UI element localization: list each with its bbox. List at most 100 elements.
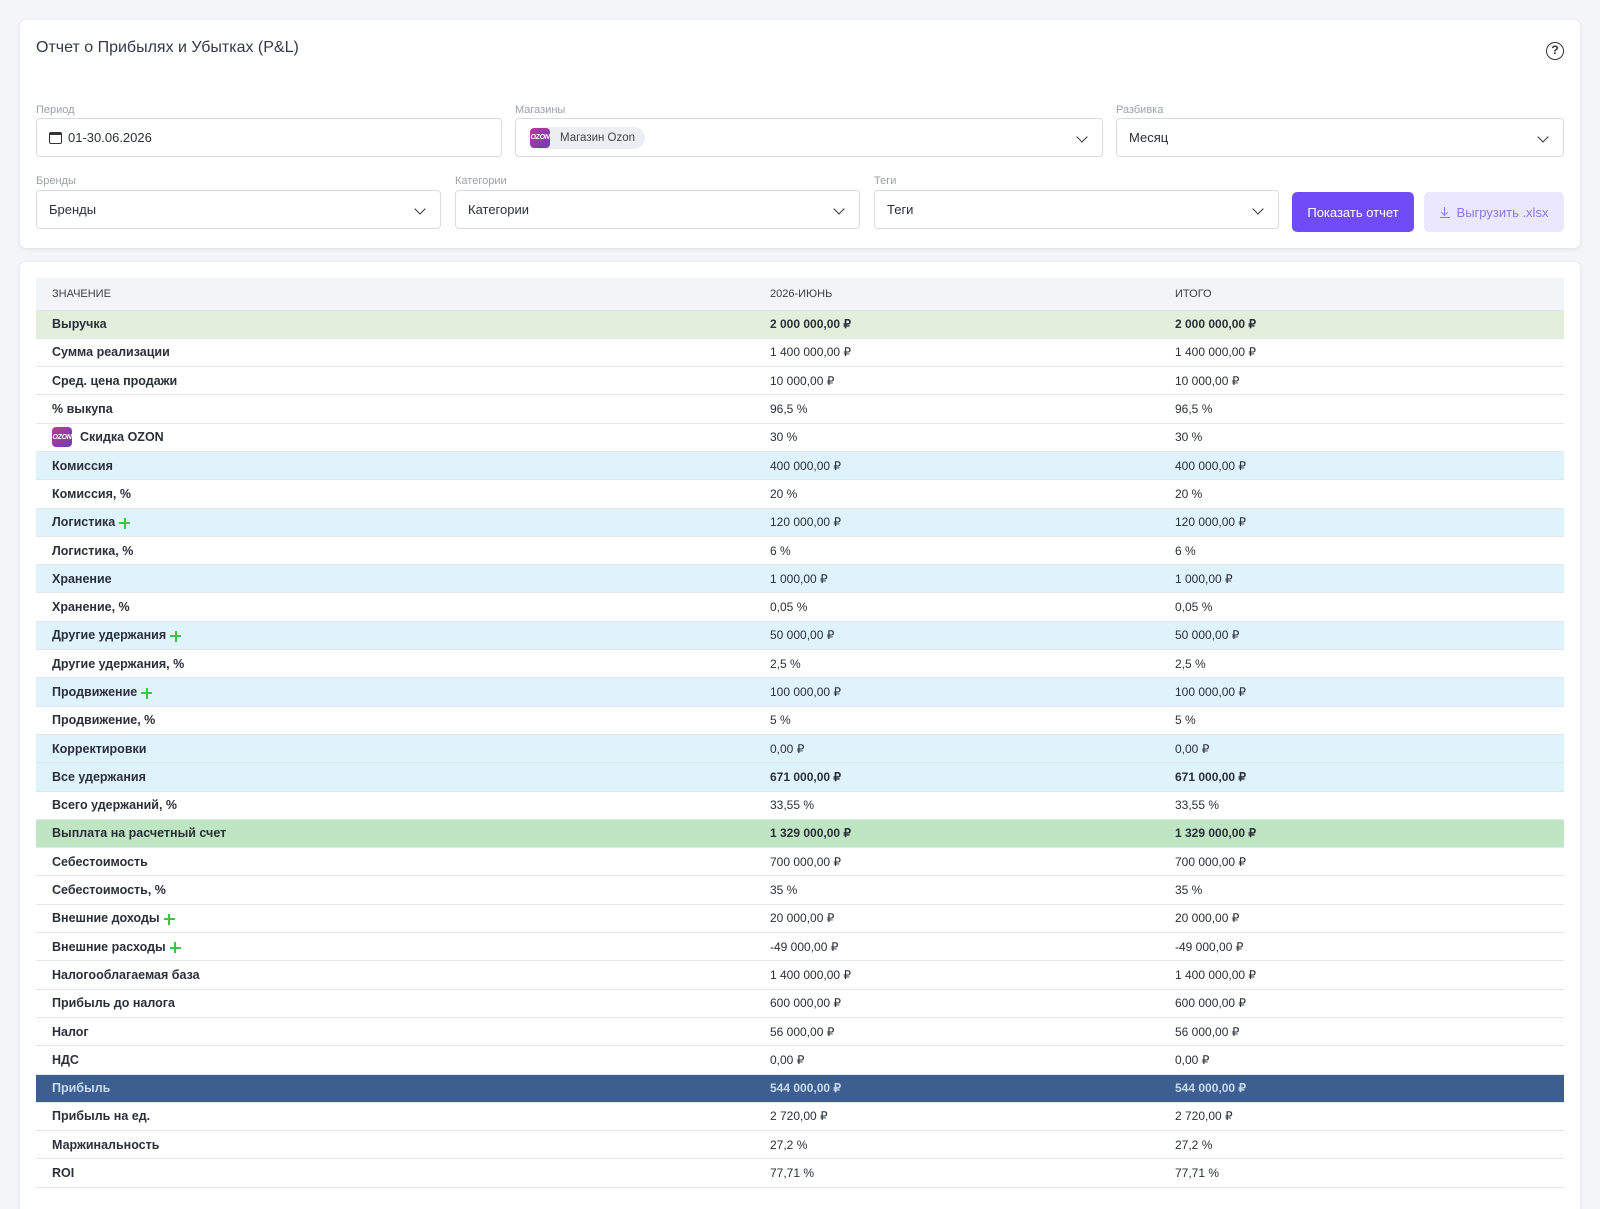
chevron-down-icon (1252, 203, 1264, 215)
row-label-cell: Внешние доходы (36, 904, 754, 934)
row-label-cell: Внешние расходы (36, 932, 754, 962)
row-label-wrap: Другие удержания, % (52, 657, 184, 671)
categories-value: Категории (468, 202, 529, 217)
table-header: ЗНАЧЕНИЕ 2026-ИЮНЬ ИТОГО (36, 278, 1564, 311)
table-row: Прибыль 544 000,00 ₽544 000,00 ₽ (36, 1074, 1564, 1103)
row-period-value: 1 400 000,00 ₽ (754, 338, 1159, 368)
row-label: Себестоимость (52, 854, 148, 869)
plus-icon[interactable] (170, 630, 182, 642)
row-total-value: 10 000,00 ₽ (1159, 366, 1564, 396)
row-label-wrap: Прибыль (52, 1081, 110, 1095)
stores-select[interactable]: OZON Магазин Ozon (515, 118, 1103, 157)
table-row: Хранение 1 000,00 ₽1 000,00 ₽ (36, 564, 1564, 594)
store-chip[interactable]: OZON Магазин Ozon (530, 126, 646, 149)
row-label-cell: Выплата на расчетный счет (36, 819, 754, 849)
row-total-value: 544 000,00 ₽ (1159, 1074, 1564, 1103)
table-row: Налогооблагаемая база 1 400 000,00 ₽1 400… (36, 960, 1564, 990)
row-label-wrap: Другие удержания (52, 628, 182, 642)
row-period-value: 5 % (754, 706, 1159, 735)
table-row: Другие удержания 50 000,00 ₽50 000,00 ₽ (36, 621, 1564, 651)
row-period-value: 700 000,00 ₽ (754, 847, 1159, 877)
row-label-cell: ROI (36, 1158, 754, 1188)
row-period-value: 56 000,00 ₽ (754, 1017, 1159, 1047)
row-total-value: -49 000,00 ₽ (1159, 932, 1564, 962)
row-label: Другие удержания, % (52, 656, 185, 671)
chevron-down-icon (414, 203, 426, 215)
download-icon (1439, 206, 1450, 218)
row-label-cell: Другие удержания, % (36, 649, 754, 679)
row-label: Налогооблагаемая база (52, 967, 200, 982)
row-label: Логистика (52, 515, 116, 530)
row-total-value: 1 400 000,00 ₽ (1159, 960, 1564, 990)
show-report-button[interactable]: Показать отчет (1292, 192, 1414, 232)
table-row: Продвижение 100 000,00 ₽100 000,00 ₽ (36, 677, 1564, 707)
row-label-cell: Другие удержания (36, 621, 754, 651)
row-period-value: 100 000,00 ₽ (754, 677, 1159, 707)
table-row: Корректировки 0,00 ₽0,00 ₽ (36, 734, 1564, 764)
row-total-value: 2 000 000,00 ₽ (1159, 310, 1564, 339)
period-value: 01-30.06.2026 (68, 130, 152, 145)
row-total-value: 6 % (1159, 536, 1564, 566)
row-total-value: 30 % (1159, 423, 1564, 452)
table-row: Хранение, % 0,05 % 0,05 % (36, 592, 1564, 622)
tags-select[interactable]: Теги (874, 190, 1279, 229)
row-label-cell: Комиссия, % (36, 479, 754, 509)
row-label-wrap: ROI (52, 1166, 74, 1180)
row-label-wrap: Прибыль до налога (52, 996, 175, 1010)
table-row: Налог 56 000,00 ₽56 000,00 ₽ (36, 1017, 1564, 1047)
row-period-value: 0,00 ₽ (754, 1045, 1159, 1075)
categories-select[interactable]: Категории (455, 190, 860, 229)
header-total: ИТОГО (1159, 278, 1564, 311)
row-label: Продвижение, % (52, 713, 156, 728)
table-row: Внешние расходы -49 000,00 ₽ -49 000,00 ₽ (36, 932, 1564, 962)
help-icon[interactable]: ? (1546, 42, 1564, 60)
row-label-wrap: Всего удержаний, % (52, 798, 177, 812)
row-label: Всего удержаний, % (52, 798, 178, 813)
period-input[interactable]: 01-30.06.2026 (36, 118, 502, 157)
row-label-cell: Продвижение, % (36, 706, 754, 735)
row-label-wrap: Выплата на расчетный счет (52, 826, 226, 840)
row-label-wrap: OZON Скидка OZON (52, 427, 164, 448)
store-chip-label: Магазин Ozon (560, 131, 636, 144)
period-label: Период (36, 104, 75, 116)
tags-value: Теги (887, 202, 914, 217)
export-xlsx-button[interactable]: Выгрузить .xlsx (1424, 192, 1564, 232)
row-label: Продвижение (52, 685, 138, 699)
row-label: Внешние доходы (52, 911, 160, 926)
row-period-value: 10 000,00 ₽ (754, 366, 1159, 396)
filter-panel: Отчет о Прибылях и Убытках (P&L) ? Перио… (20, 20, 1580, 248)
ozon-logo-icon: OZON (52, 427, 72, 448)
row-label-cell: Себестоимость, % (36, 875, 754, 905)
header-value: ЗНАЧЕНИЕ (36, 278, 754, 311)
row-total-value: 35 % (1159, 875, 1564, 905)
plus-icon[interactable] (163, 913, 175, 925)
plus-icon[interactable] (141, 687, 153, 699)
row-total-value: 1 000,00 ₽ (1159, 564, 1564, 594)
row-total-value: 20 000,00 ₽ (1159, 904, 1564, 934)
row-label-wrap: НДС (52, 1053, 79, 1067)
plus-icon[interactable] (119, 517, 131, 529)
row-total-value: 120 000,00 ₽ (1159, 508, 1564, 537)
breakdown-label: Разбивка (1116, 104, 1164, 116)
table-row: Себестоимость 700 000,00 ₽700 000,00 ₽ (36, 847, 1564, 877)
export-label: Выгрузить .xlsx (1456, 204, 1549, 220)
brands-select[interactable]: Бренды (36, 190, 441, 229)
row-label-wrap: Логистика (52, 515, 131, 530)
row-label-wrap: Корректировки (52, 742, 146, 756)
row-period-value: 27,2 % (754, 1130, 1159, 1160)
row-label-wrap: Себестоимость, % (52, 883, 166, 897)
row-label: Комиссия (52, 458, 113, 473)
ozon-logo-icon: OZON (530, 127, 550, 148)
table-row: Выплата на расчетный счет 1 329 000,00 ₽1… (36, 819, 1564, 849)
row-label: Хранение, % (52, 600, 130, 615)
row-total-value: 50 000,00 ₽ (1159, 621, 1564, 651)
table-row: Маржинальность 27,2 % 27,2 % (36, 1130, 1564, 1160)
row-label-wrap: Внешние доходы (52, 911, 175, 925)
row-label: Прибыль до налога (52, 996, 175, 1011)
row-label-cell: Хранение (36, 564, 754, 594)
plus-icon[interactable] (169, 942, 181, 954)
breakdown-select[interactable]: Месяц (1116, 118, 1564, 157)
row-total-value: 0,00 ₽ (1159, 1045, 1564, 1075)
table-row: Выручка 2 000 000,00 ₽2 000 000,00 ₽ (36, 310, 1564, 339)
row-label: ROI (52, 1166, 75, 1181)
